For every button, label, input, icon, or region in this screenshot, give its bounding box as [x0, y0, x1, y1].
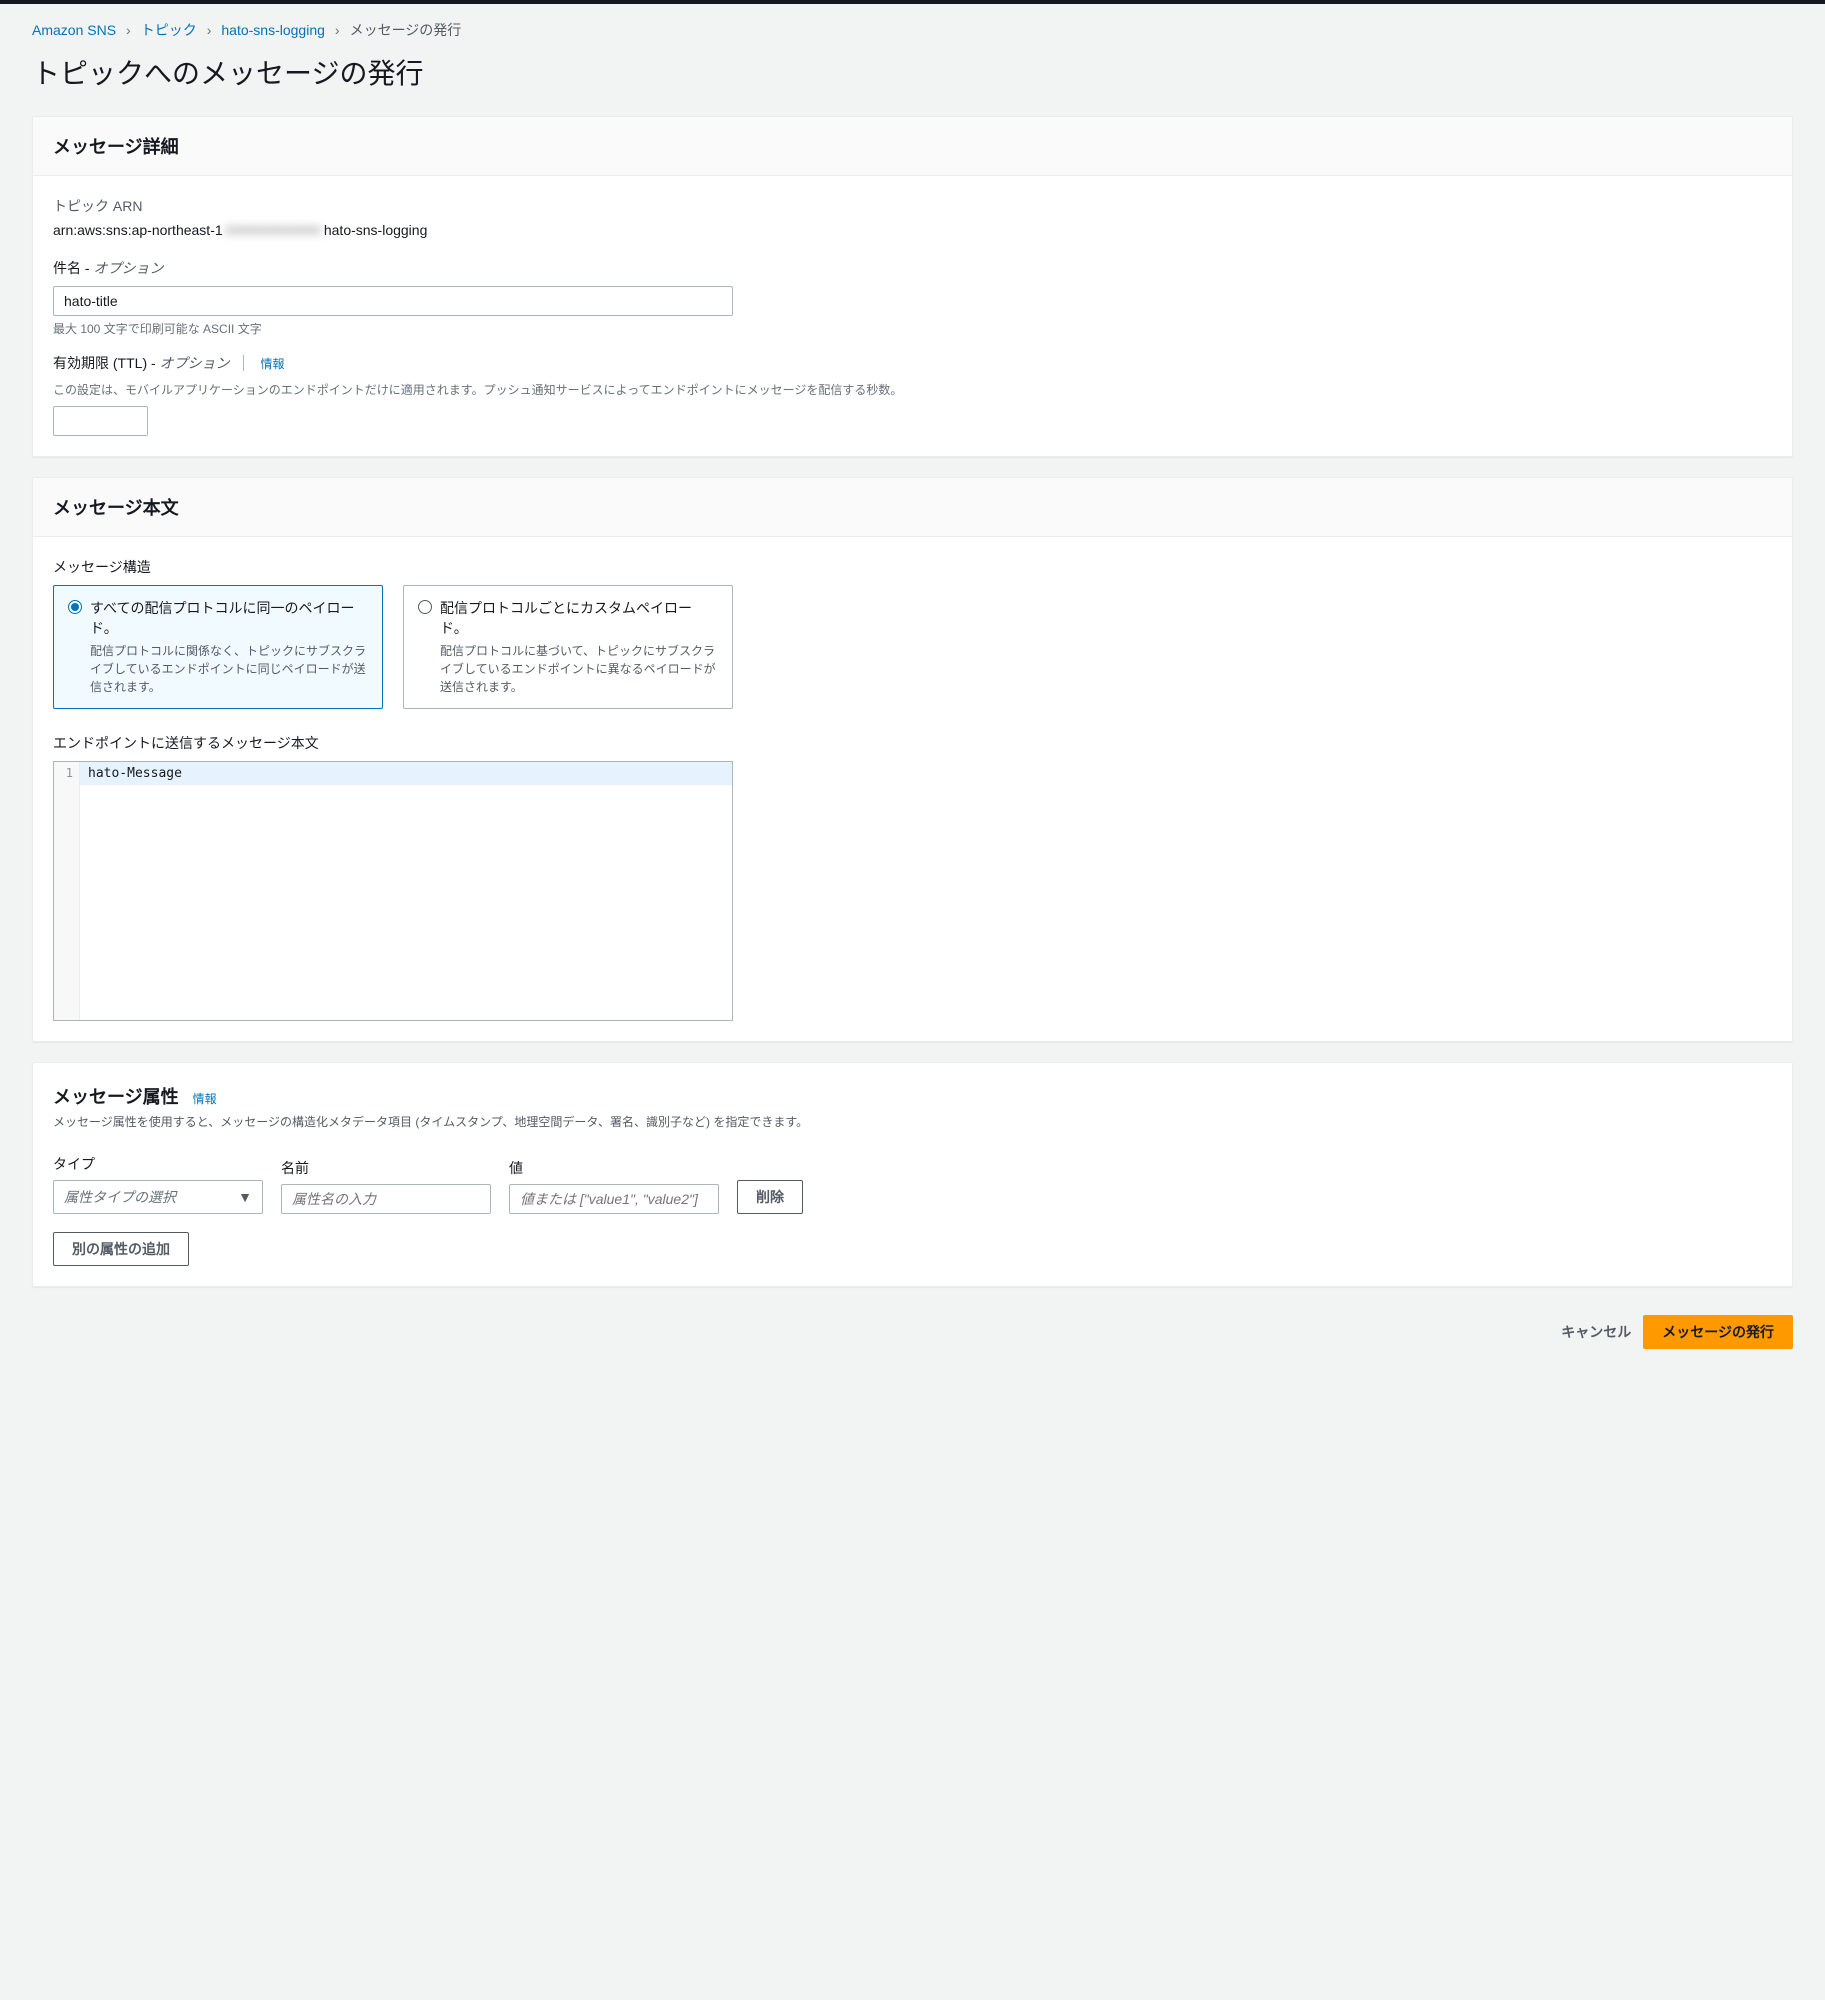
- ttl-optional: オプション: [160, 355, 230, 371]
- ttl-info-link[interactable]: 情報: [260, 357, 284, 371]
- breadcrumb-link-topics[interactable]: トピック: [141, 20, 197, 40]
- radio-title: 配信プロトコルごとにカスタムペイロード。: [440, 598, 718, 638]
- details-heading: メッセージ詳細: [53, 133, 1772, 159]
- page-title: トピックへのメッセージの発行: [32, 52, 1793, 92]
- body-heading: メッセージ本文: [53, 494, 1772, 520]
- attrs-info-link[interactable]: 情報: [193, 1090, 217, 1107]
- editor-gutter: 1: [54, 762, 80, 1020]
- cancel-button[interactable]: キャンセル: [1561, 1315, 1631, 1349]
- name-label: 名前: [281, 1158, 491, 1178]
- attrs-desc: メッセージ属性を使用すると、メッセージの構造化メタデータ項目 (タイムスタンプ、…: [53, 1113, 1772, 1130]
- radio-same-payload[interactable]: すべての配信プロトコルに同一のペイロード。 配信プロトコルに関係なく、トピックに…: [53, 585, 383, 709]
- subject-label-text: 件名 -: [53, 260, 93, 276]
- chevron-right-icon: ›: [207, 22, 212, 38]
- structure-label: メッセージ構造: [53, 557, 1772, 577]
- main-container: Amazon SNS › トピック › hato-sns-logging › メ…: [0, 4, 1825, 1385]
- radio-desc: 配信プロトコルに関係なく、トピックにサブスクライブしているエンドポイントに同じペ…: [90, 642, 368, 696]
- attr-name-col: 名前: [281, 1158, 491, 1214]
- separator: [243, 355, 254, 371]
- panel-header: メッセージ本文: [33, 478, 1792, 537]
- code-line: hato-Message: [80, 762, 732, 785]
- breadcrumb-current: メッセージの発行: [350, 20, 462, 40]
- subject-optional: オプション: [93, 260, 163, 276]
- panel-body: メッセージ構造 すべての配信プロトコルに同一のペイロード。 配信プロトコルに関係…: [33, 537, 1792, 1041]
- attr-name-input[interactable]: [281, 1184, 491, 1214]
- subject-label: 件名 - オプション: [53, 258, 1772, 278]
- attr-value-input[interactable]: [509, 1184, 719, 1214]
- add-attr-button[interactable]: 別の属性の追加: [53, 1232, 189, 1266]
- value-label: 値: [509, 1158, 719, 1178]
- ttl-input[interactable]: [53, 406, 148, 436]
- type-label: タイプ: [53, 1154, 263, 1174]
- chevron-right-icon: ›: [335, 22, 340, 38]
- message-body-panel: メッセージ本文 メッセージ構造 すべての配信プロトコルに同一のペイロード。 配信…: [32, 477, 1793, 1042]
- arn-prefix: arn:aws:sns:ap-northeast-1: [53, 222, 223, 238]
- line-number: 1: [60, 766, 73, 780]
- radio-group: すべての配信プロトコルに同一のペイロード。 配信プロトコルに関係なく、トピックに…: [53, 585, 733, 709]
- caret-down-icon: ▼: [238, 1189, 252, 1205]
- message-details-panel: メッセージ詳細 トピック ARN arn:aws:sns:ap-northeas…: [32, 116, 1793, 457]
- arn-label: トピック ARN: [53, 196, 1772, 216]
- breadcrumb-link-topic-name[interactable]: hato-sns-logging: [221, 22, 325, 38]
- subject-hint: 最大 100 文字で印刷可能な ASCII 文字: [53, 320, 1772, 337]
- arn-value: arn:aws:sns:ap-northeast-1:000000000000:…: [53, 222, 1772, 238]
- radio-icon: [418, 600, 432, 614]
- radio-content: すべての配信プロトコルに同一のペイロード。 配信プロトコルに関係なく、トピックに…: [90, 598, 368, 696]
- breadcrumb: Amazon SNS › トピック › hato-sns-logging › メ…: [32, 20, 1793, 40]
- breadcrumb-link-sns[interactable]: Amazon SNS: [32, 22, 116, 38]
- panel-body: トピック ARN arn:aws:sns:ap-northeast-1:0000…: [33, 176, 1792, 456]
- arn-suffix: hato-sns-logging: [324, 222, 428, 238]
- ttl-label-text: 有効期限 (TTL) -: [53, 355, 160, 371]
- attrs-heading-row: メッセージ属性 情報: [53, 1083, 1772, 1109]
- message-body-editor[interactable]: 1 hato-Message: [53, 761, 733, 1021]
- attr-type-col: タイプ 属性タイプの選択 ▼: [53, 1154, 263, 1214]
- footer-actions: キャンセル メッセージの発行: [32, 1307, 1793, 1369]
- arn-redacted: :000000000000:: [223, 222, 324, 238]
- select-placeholder: 属性タイプの選択: [64, 1187, 176, 1207]
- radio-custom-payload[interactable]: 配信プロトコルごとにカスタムペイロード。 配信プロトコルに基づいて、トピックにサ…: [403, 585, 733, 709]
- attr-type-select[interactable]: 属性タイプの選択 ▼: [53, 1180, 263, 1214]
- radio-title: すべての配信プロトコルに同一のペイロード。: [90, 598, 368, 638]
- attr-row: タイプ 属性タイプの選択 ▼ 名前 値 削除: [53, 1154, 1772, 1214]
- panel-header: メッセージ詳細: [33, 117, 1792, 176]
- ttl-desc: この設定は、モバイルアプリケーションのエンドポイントだけに適用されます。プッシュ…: [53, 381, 1772, 398]
- editor-content[interactable]: hato-Message: [80, 762, 732, 1020]
- message-label: エンドポイントに送信するメッセージ本文: [53, 733, 1772, 753]
- chevron-right-icon: ›: [126, 22, 131, 38]
- attr-value-col: 値: [509, 1158, 719, 1214]
- radio-content: 配信プロトコルごとにカスタムペイロード。 配信プロトコルに基づいて、トピックにサ…: [440, 598, 718, 696]
- subject-input[interactable]: [53, 286, 733, 316]
- publish-button[interactable]: メッセージの発行: [1643, 1315, 1793, 1349]
- panel-body: メッセージ属性 情報 メッセージ属性を使用すると、メッセージの構造化メタデータ項…: [33, 1063, 1792, 1286]
- ttl-label: 有効期限 (TTL) - オプション 情報: [53, 353, 1772, 373]
- message-attributes-panel: メッセージ属性 情報 メッセージ属性を使用すると、メッセージの構造化メタデータ項…: [32, 1062, 1793, 1287]
- delete-attr-button[interactable]: 削除: [737, 1180, 803, 1214]
- radio-icon: [68, 600, 82, 614]
- radio-desc: 配信プロトコルに基づいて、トピックにサブスクライブしているエンドポイントに異なる…: [440, 642, 718, 696]
- attrs-heading: メッセージ属性: [53, 1083, 179, 1109]
